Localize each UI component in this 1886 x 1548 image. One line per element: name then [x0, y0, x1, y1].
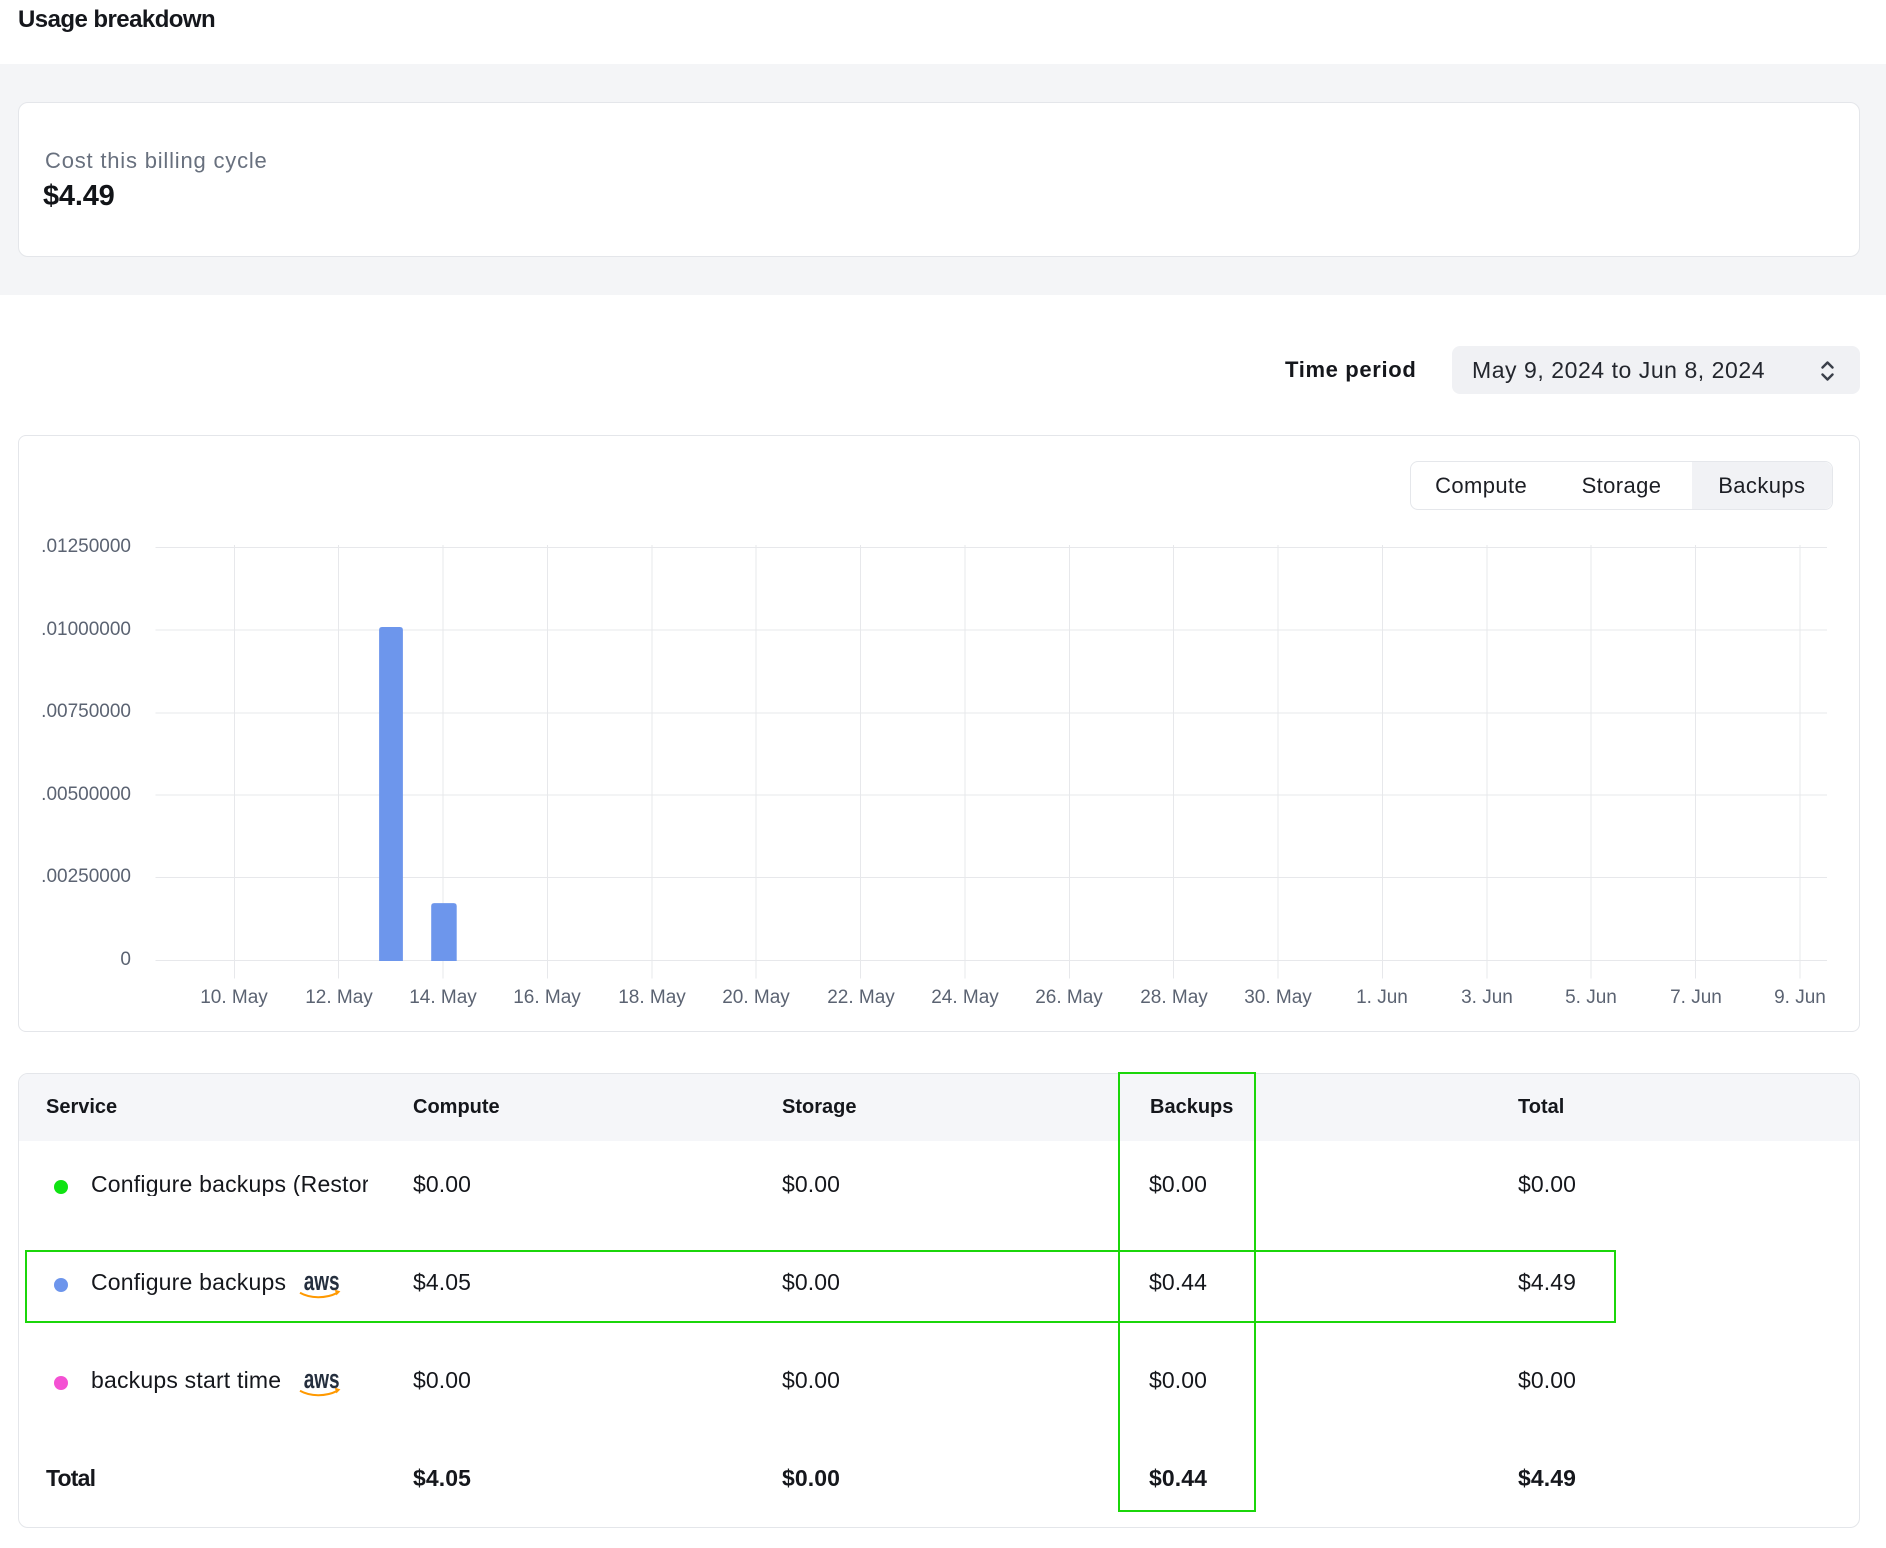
- svg-text:aws: aws: [304, 1370, 340, 1394]
